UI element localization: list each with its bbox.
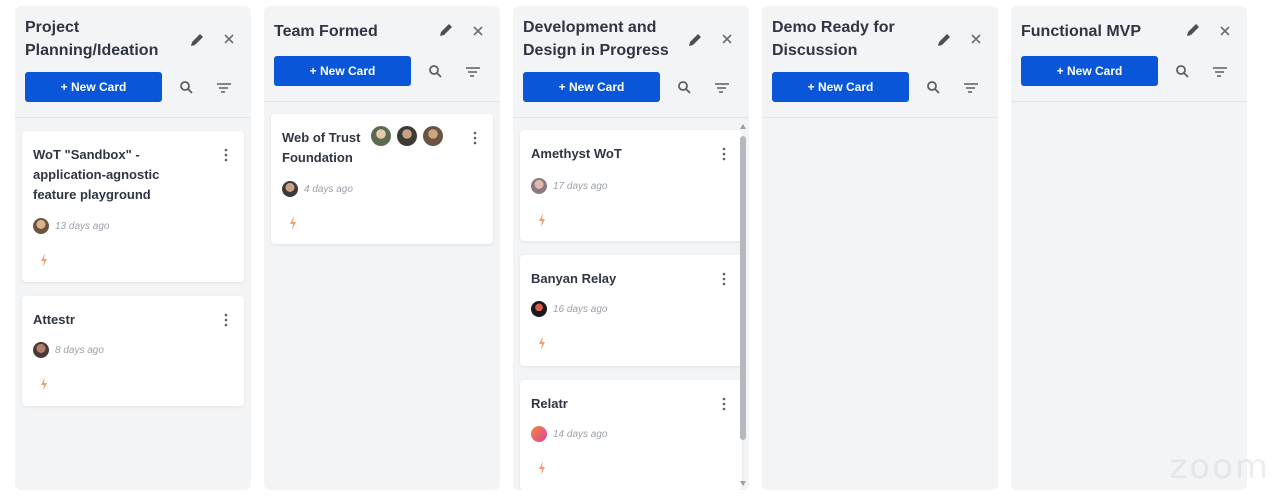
card-time: 16 days ago [553, 303, 608, 315]
more-vertical-icon[interactable] [720, 146, 728, 162]
card[interactable]: WoT "Sandbox" - application-agnostic fea… [22, 131, 244, 282]
sort-icon[interactable] [465, 65, 481, 79]
new-card-button[interactable]: + New Card [1021, 56, 1158, 86]
more-vertical-icon[interactable] [222, 312, 230, 328]
card[interactable]: Banyan Relay 16 days ago [520, 255, 742, 366]
new-card-button[interactable]: + New Card [25, 72, 162, 102]
scroll-up-arrow[interactable] [740, 124, 746, 129]
lightning-icon [539, 461, 545, 475]
card-title: Banyan Relay [531, 271, 617, 286]
close-icon[interactable] [1219, 25, 1231, 37]
kanban-board: Project Planning/Ideation + New Card WoT… [0, 0, 1280, 497]
card[interactable]: Relatr 14 days ago [520, 380, 742, 490]
close-icon[interactable] [970, 33, 982, 45]
card-meta: 13 days ago [33, 218, 110, 234]
card[interactable]: Attestr 8 days ago [22, 296, 244, 406]
search-icon[interactable] [1175, 64, 1189, 78]
search-icon[interactable] [677, 80, 691, 94]
column-header: Demo Ready for Discussion + New Card [762, 6, 998, 118]
lightning-icon [539, 213, 545, 227]
card-time: 17 days ago [553, 180, 608, 192]
close-icon[interactable] [721, 33, 733, 45]
scroll-down-arrow[interactable] [740, 481, 746, 486]
close-icon[interactable] [223, 33, 235, 45]
lightning-icon [290, 216, 296, 230]
column-title: Project Planning/Ideation [25, 19, 159, 59]
column-title: Functional MVP [1021, 23, 1141, 40]
card[interactable]: Amethyst WoT 17 days ago [520, 130, 742, 241]
column-header: Functional MVP + New Card [1011, 6, 1247, 102]
card-time: 14 days ago [553, 428, 608, 440]
avatar [33, 218, 49, 234]
edit-icon[interactable] [189, 32, 205, 48]
column-functional-mvp: Functional MVP + New Card [1011, 6, 1247, 490]
card-meta: 14 days ago [531, 426, 608, 442]
card-title: Relatr [531, 396, 568, 411]
card[interactable]: Web of Trust Foundation 4 days ago [271, 114, 493, 244]
column-demo-ready: Demo Ready for Discussion + New Card [762, 6, 998, 490]
card-assignees [371, 126, 449, 146]
edit-icon[interactable] [687, 32, 703, 48]
more-vertical-icon[interactable] [720, 271, 728, 287]
more-vertical-icon[interactable] [720, 396, 728, 412]
sort-icon[interactable] [216, 81, 232, 95]
column-header: Development and Design in Progress + New… [513, 6, 749, 118]
lightning-icon [41, 377, 47, 391]
column-title: Demo Ready for Discussion [772, 19, 895, 59]
new-card-button[interactable]: + New Card [772, 72, 909, 102]
column-header: Project Planning/Ideation + New Card [15, 6, 251, 118]
avatar [423, 126, 443, 146]
card-meta: 8 days ago [33, 342, 104, 358]
avatar [33, 342, 49, 358]
card-title: Amethyst WoT [531, 146, 622, 161]
card-time: 13 days ago [55, 220, 110, 232]
card-time: 8 days ago [55, 344, 104, 356]
search-icon[interactable] [926, 80, 940, 94]
card-meta: 16 days ago [531, 301, 608, 317]
column-header: Team Formed + New Card [264, 6, 500, 102]
edit-icon[interactable] [936, 32, 952, 48]
avatar [531, 178, 547, 194]
search-icon[interactable] [428, 64, 442, 78]
card-meta: 4 days ago [282, 181, 353, 197]
more-vertical-icon[interactable] [471, 130, 479, 146]
card-meta: 17 days ago [531, 178, 608, 194]
avatar [531, 426, 547, 442]
column-team-formed: Team Formed + New Card Web of Trust Foun… [264, 6, 500, 490]
avatar [531, 301, 547, 317]
search-icon[interactable] [179, 80, 193, 94]
sort-icon[interactable] [1212, 65, 1228, 79]
column-development-design: Development and Design in Progress + New… [513, 6, 749, 490]
more-vertical-icon[interactable] [222, 147, 230, 163]
avatar [397, 126, 417, 146]
edit-icon[interactable] [438, 22, 454, 38]
avatar [371, 126, 391, 146]
card-title: Web of Trust Foundation [282, 130, 361, 165]
scroll-thumb[interactable] [740, 136, 746, 440]
new-card-button[interactable]: + New Card [523, 72, 660, 102]
card-title: Attestr [33, 312, 75, 327]
column-project-planning: Project Planning/Ideation + New Card WoT… [15, 6, 251, 490]
edit-icon[interactable] [1185, 22, 1201, 38]
sort-icon[interactable] [963, 81, 979, 95]
close-icon[interactable] [472, 25, 484, 37]
zoom-watermark: zoom [1169, 447, 1270, 487]
lightning-icon [41, 253, 47, 267]
column-scrollbar[interactable] [739, 124, 747, 486]
card-time: 4 days ago [304, 183, 353, 195]
new-card-button[interactable]: + New Card [274, 56, 411, 86]
column-title: Development and Design in Progress [523, 19, 669, 59]
column-title: Team Formed [274, 23, 378, 40]
sort-icon[interactable] [714, 81, 730, 95]
lightning-icon [539, 336, 545, 350]
avatar [282, 181, 298, 197]
card-title: WoT "Sandbox" - application-agnostic fea… [33, 147, 160, 202]
